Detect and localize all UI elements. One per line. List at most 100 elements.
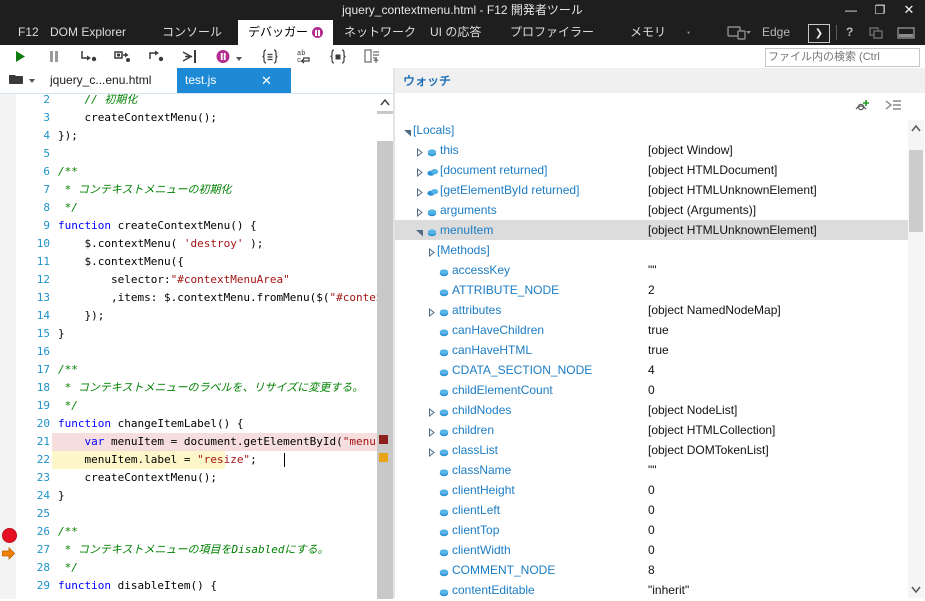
breakpoint-marker-icon[interactable] [2,528,17,543]
step-into-button[interactable] [78,47,98,66]
watch-row[interactable]: childElementCount 0 [395,380,908,400]
watch-row[interactable]: [Locals] [395,120,908,140]
break-on-new-worker-button[interactable] [180,47,200,66]
watch-row[interactable]: this [object Window] [395,140,908,160]
code-line[interactable]: 8 */ [0,199,377,217]
watch-row[interactable]: menuItem [object HTMLUnknownElement] [395,220,908,240]
folder-icon[interactable] [8,72,26,87]
step-over-button[interactable] [112,47,132,66]
watch-row[interactable]: clientTop 0 [395,520,908,540]
expander-closed-icon[interactable] [427,306,436,318]
close-button[interactable]: ✕ [894,0,924,20]
scroll-up-button[interactable] [377,94,393,111]
code-line[interactable]: 23 createContextMenu(); [0,469,377,487]
step-out-button[interactable] [146,47,166,66]
device-target-icon[interactable] [726,20,752,45]
editor-scroll-thumb[interactable] [377,114,393,141]
target-browser-label[interactable]: Edge [762,20,790,45]
watch-row[interactable]: [Methods] [395,240,908,260]
source-map-button[interactable] [362,47,382,66]
tab-memory[interactable]: メモリ [620,20,676,45]
watch-row[interactable]: contentEditable "inherit" [395,580,908,598]
more-tabs-chevron-icon[interactable] [684,20,693,45]
code-viewport[interactable]: 2 // 初期化 3 createContextMenu(); 4}); 5 6/** 7… [0,94,377,599]
code-line[interactable]: 7 * コンテキストメニューの初期化 [0,181,377,199]
watch-tree[interactable]: [Locals] this [object Window] [document ret… [395,120,908,598]
code-line[interactable]: 21 var menuItem = document.getElementByI… [0,433,377,451]
code-line[interactable]: 20 function changeItemLabel() { [0,415,377,433]
search-in-file-box[interactable] [765,48,920,67]
expander-open-icon[interactable] [403,126,412,137]
watch-row[interactable]: [getElementById returned] [object HTMLUnk… [395,180,908,200]
code-line[interactable]: 9 function createContextMenu() { [0,217,377,235]
watch-row[interactable]: clientWidth 0 [395,540,908,560]
watch-row[interactable]: accessKey "" [395,260,908,280]
watch-row[interactable]: className "" [395,460,908,480]
code-line[interactable]: 13 ,items: $.contextMenu.fromMenu($("#co… [0,289,377,307]
add-watch-button[interactable] [853,97,873,115]
watch-row[interactable]: arguments [object (Arguments)] [395,200,908,220]
code-line[interactable]: 5 [0,145,377,163]
maximize-button[interactable]: ❐ [865,0,895,20]
expander-closed-icon[interactable] [427,246,436,258]
code-line[interactable]: 18 * コンテキストメニューのラベルを、リサイズに変更する。 [0,379,377,397]
code-line[interactable]: 14 }); [0,307,377,325]
expander-closed-icon[interactable] [415,186,424,198]
source-editor[interactable]: 2 // 初期化 3 createContextMenu(); 4}); 5 6/** 7… [0,93,393,599]
expander-closed-icon[interactable] [427,426,436,438]
help-button[interactable]: ? [846,20,853,45]
watch-row[interactable]: canHaveHTML true [395,340,908,360]
minimize-button[interactable]: — [836,0,866,20]
code-line[interactable]: 25 [0,505,377,523]
code-line[interactable]: 29 function disableItem() { [0,577,377,595]
code-line[interactable]: 16 [0,343,377,361]
expander-closed-icon[interactable] [415,146,424,158]
show-breakpoints-button[interactable] [328,47,348,66]
exception-behavior-button[interactable] [214,47,234,66]
close-icon[interactable]: ✕ [261,68,272,93]
expander-closed-icon[interactable] [415,166,424,178]
watch-row[interactable]: childNodes [object NodeList] [395,400,908,420]
code-line[interactable]: 15} [0,325,377,343]
watch-scroll-thumb[interactable] [909,150,923,232]
dock-to-bottom-icon[interactable] [896,20,916,45]
watch-row[interactable]: ATTRIBUTE_NODE 2 [395,280,908,300]
watch-scroll-up-button[interactable] [908,120,924,137]
watch-row[interactable]: classList [object DOMTokenList] [395,440,908,460]
watch-row[interactable]: clientLeft 0 [395,500,908,520]
code-line[interactable]: 11 $.contextMenu({ [0,253,377,271]
code-line[interactable]: 10 $.contextMenu( 'destroy' ); [0,235,377,253]
continue-button[interactable] [10,47,30,66]
watch-row[interactable]: children [object HTMLCollection] [395,420,908,440]
dock-window-icon[interactable] [868,20,886,45]
expander-closed-icon[interactable] [427,406,436,418]
expander-open-icon[interactable] [415,226,424,237]
tab-ui-responsiveness[interactable]: UI の応答 [420,20,491,45]
code-line[interactable]: 12 selector:"#contextMenuArea" [0,271,377,289]
watch-vertical-scrollbar[interactable] [908,120,924,598]
tab-console[interactable]: コンソール [152,20,232,45]
pretty-print-button[interactable] [260,47,280,66]
file-tab-jquery-contextmenu-html[interactable]: jquery_c...enu.html [42,68,180,93]
code-line[interactable]: 24} [0,487,377,505]
code-line[interactable]: 19 */ [0,397,377,415]
code-line[interactable]: 17 /** [0,361,377,379]
exception-behavior-chevron-icon[interactable] [236,57,242,61]
search-input[interactable] [766,49,917,65]
code-line[interactable]: 28 */ [0,559,377,577]
watch-row[interactable]: [document returned] [object HTMLDocument] [395,160,908,180]
code-line[interactable]: 2 // 初期化 [0,94,377,109]
console-toggle-button[interactable]: ❯ [808,24,830,43]
word-wrap-button[interactable]: ab c [294,47,314,66]
tab-network[interactable]: ネットワーク [334,20,426,45]
file-list-chevron-icon[interactable] [29,79,35,83]
watch-row[interactable]: COMMENT_NODE 8 [395,560,908,580]
code-line[interactable]: 4}); [0,127,377,145]
code-line[interactable]: 22 menuItem.label = "resize"; [0,451,377,469]
watch-scroll-down-button[interactable] [908,581,924,598]
code-line[interactable]: 26/** [0,523,377,541]
watch-row[interactable]: clientHeight 0 [395,480,908,500]
collapse-all-button[interactable] [884,97,904,115]
expander-closed-icon[interactable] [415,206,424,218]
watch-row[interactable]: attributes [object NamedNodeMap] [395,300,908,320]
